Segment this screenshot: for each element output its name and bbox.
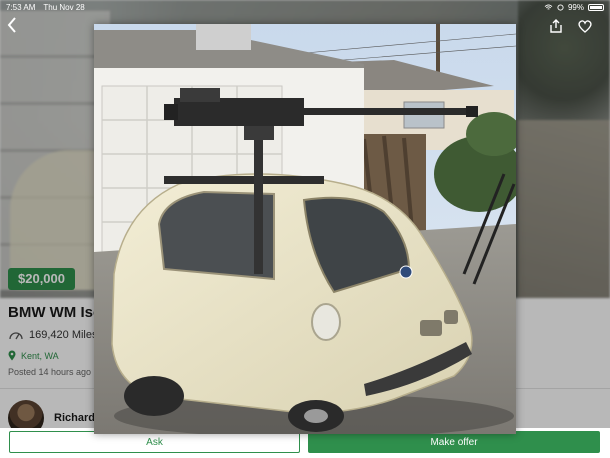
share-icon bbox=[550, 19, 562, 33]
status-time: 7:53 AM bbox=[6, 2, 36, 12]
listing-photo bbox=[94, 24, 516, 434]
favorite-button[interactable] bbox=[577, 18, 593, 34]
photo-viewer[interactable] bbox=[94, 24, 516, 434]
alarm-icon bbox=[557, 3, 564, 11]
battery-percent: 99% bbox=[567, 2, 584, 12]
heart-icon bbox=[578, 20, 592, 33]
roof-rack bbox=[164, 176, 324, 184]
share-button[interactable] bbox=[548, 18, 564, 34]
status-right-group: 99% bbox=[544, 3, 604, 12]
gun-mount bbox=[254, 134, 263, 274]
status-date: Thu Nov 28 bbox=[43, 2, 85, 12]
grille bbox=[420, 320, 442, 336]
battery-icon bbox=[588, 3, 604, 11]
wifi-icon bbox=[544, 3, 553, 10]
wheel bbox=[124, 376, 184, 416]
ask-button[interactable]: Ask bbox=[9, 431, 300, 453]
chevron-left-icon bbox=[7, 17, 16, 33]
bmw-emblem bbox=[399, 265, 413, 279]
headlight bbox=[311, 303, 341, 341]
back-button[interactable] bbox=[6, 16, 20, 38]
status-bar: 7:53 AM Thu Nov 28 99% bbox=[0, 0, 610, 14]
make-offer-button[interactable]: Make offer bbox=[308, 431, 600, 453]
